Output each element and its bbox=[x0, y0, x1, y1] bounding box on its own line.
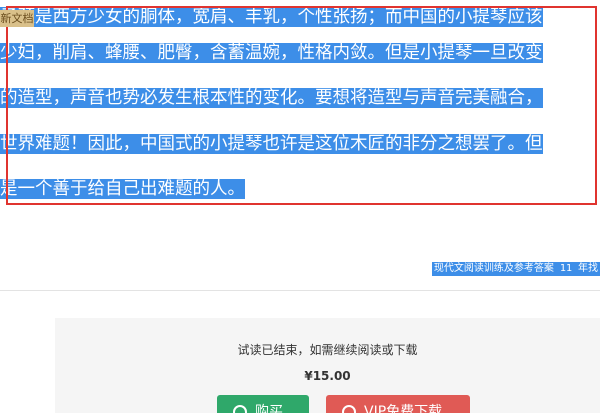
text-line: 子颈是西方少女的胴体，宽肩、丰乳，个性张扬；而中国的小提琴应该 bbox=[0, 6, 543, 28]
text-line-content: 是一个善于给自己出难题的人。 bbox=[0, 179, 245, 199]
buy-button[interactable]: 购买 bbox=[217, 395, 309, 413]
text-line-content: 世界难题！因此，中国式的小提琴也许是这位木匠的非分之想罢了。但 bbox=[0, 134, 543, 154]
vip-download-button[interactable]: VIP免费下载 bbox=[326, 395, 470, 413]
buy-button-label: 购买 bbox=[255, 404, 283, 413]
price-label: ¥15.00 bbox=[304, 369, 351, 383]
text-line-content: 的造型，声音也势必发生根本性的变化。要想将造型与声音完美融合， bbox=[0, 88, 543, 108]
text-line: 是一个善于给自己出难题的人。 bbox=[0, 178, 245, 200]
yen-circle-icon bbox=[233, 405, 247, 413]
document-tag: 新文档 bbox=[0, 10, 34, 27]
text-line-content: 子颈是西方少女的胴体，宽肩、丰乳，个性张扬；而中国的小提琴应该 bbox=[0, 7, 543, 27]
page: 新文档 子颈是西方少女的胴体，宽肩、丰乳，个性张扬；而中国的小提琴应该 少妇，削… bbox=[0, 0, 600, 413]
text-line: 的造型，声音也势必发生根本性的变化。要想将造型与声音完美融合， bbox=[0, 87, 543, 109]
paywall-panel: 试读已结束，如需继续阅读或下载 ¥15.00 购买 VIP免费下载 bbox=[55, 318, 600, 413]
document-viewer: 新文档 子颈是西方少女的胴体，宽肩、丰乳，个性张扬；而中国的小提琴应该 少妇，削… bbox=[0, 0, 600, 285]
text-line: 世界难题！因此，中国式的小提琴也许是这位木匠的非分之想罢了。但 bbox=[0, 133, 543, 155]
vip-button-label: VIP免费下载 bbox=[364, 404, 443, 413]
vip-circle-icon bbox=[342, 405, 356, 413]
page-footer-note: 现代文阅读训练及参考答案 11 年找 bbox=[431, 262, 600, 276]
divider bbox=[0, 290, 600, 291]
text-line: 少妇，削肩、蜂腰、肥臀，含蓄温婉，性格内敛。但是小提琴一旦改变 bbox=[0, 42, 543, 64]
paywall-message: 试读已结束，如需继续阅读或下载 bbox=[237, 343, 418, 357]
text-line-content: 少妇，削肩、蜂腰、肥臀，含蓄温婉，性格内敛。但是小提琴一旦改变 bbox=[0, 43, 543, 63]
